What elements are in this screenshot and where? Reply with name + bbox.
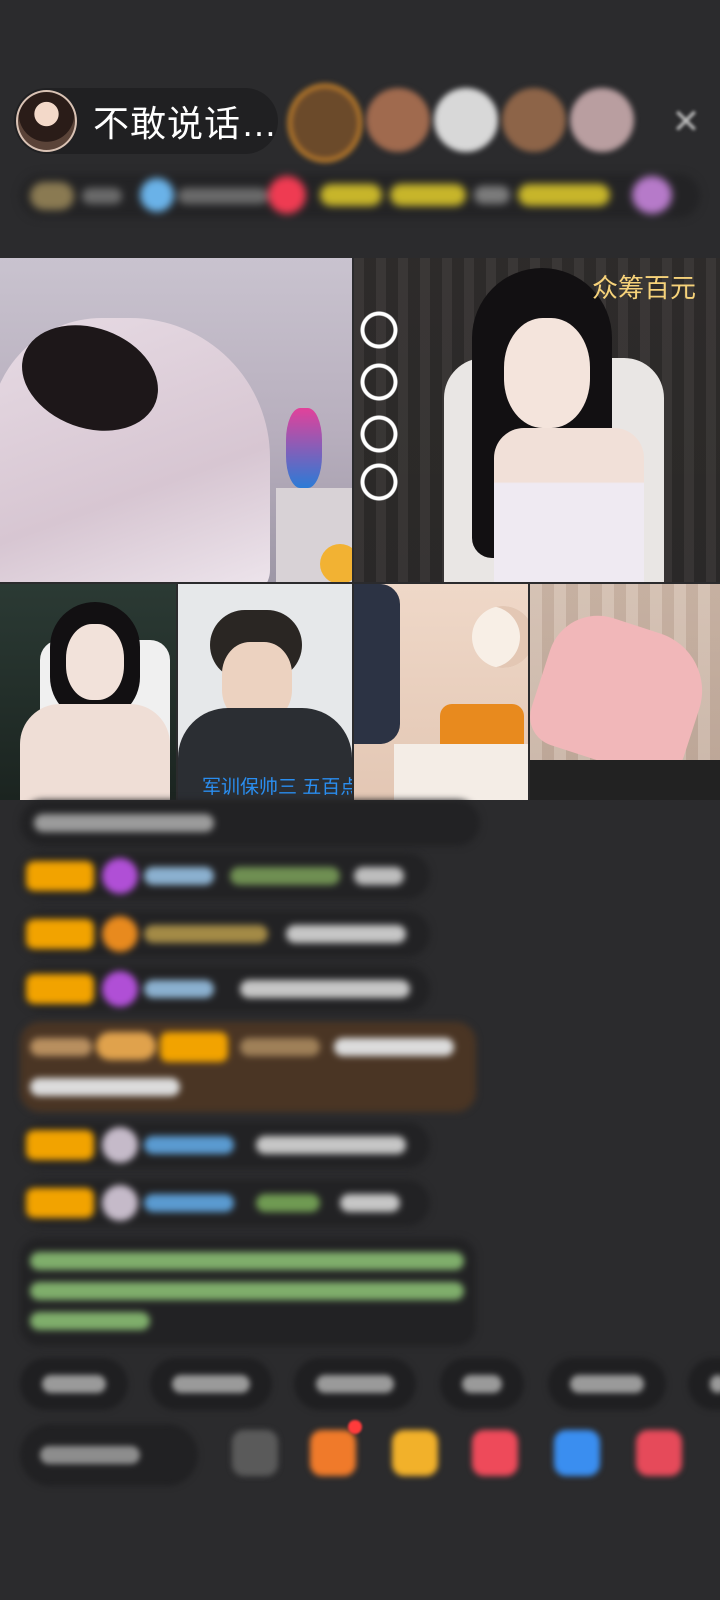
top-viewer-avatar-1[interactable] <box>288 84 362 162</box>
quick-chip-1[interactable] <box>20 1358 128 1410</box>
gift-box-icon[interactable] <box>310 1430 356 1476</box>
streamer-face <box>504 318 590 428</box>
video-tile-1[interactable] <box>0 258 352 582</box>
streamer-body <box>20 704 170 800</box>
diamond-icon <box>102 858 138 894</box>
chat-message-4[interactable] <box>20 966 430 1012</box>
video-tile-3[interactable] <box>0 584 176 800</box>
chat-message-1[interactable] <box>20 800 480 846</box>
top-viewer-avatar-4[interactable] <box>502 88 566 152</box>
badge-icon <box>102 916 138 952</box>
chat-system-notice <box>20 1238 476 1346</box>
streamer-body <box>494 428 644 582</box>
quick-chip-6[interactable] <box>688 1358 720 1410</box>
orange-shape <box>320 544 352 582</box>
moon-lamp-icon <box>472 606 528 668</box>
ring-lights-icon <box>356 306 402 506</box>
tile-caption: 军训保帅三 五百点 <box>202 777 352 798</box>
chat-input[interactable] <box>20 1424 198 1486</box>
host-info-pill[interactable]: 不敢说话… <box>14 88 278 154</box>
user-avatar-icon <box>102 1127 138 1163</box>
live-info-bar[interactable] <box>20 174 700 218</box>
game-controller-icon[interactable] <box>554 1430 600 1476</box>
close-icon[interactable]: ✕ <box>668 104 704 140</box>
chat-message-6[interactable] <box>20 1122 430 1168</box>
quick-chip-3[interactable] <box>294 1358 416 1410</box>
video-tile-6[interactable] <box>530 584 720 800</box>
bear-figurine-icon <box>286 408 322 488</box>
top-viewer-avatar-5[interactable] <box>570 88 634 152</box>
user-avatar-icon <box>102 1185 138 1221</box>
video-tile-2[interactable]: 众筹百元 <box>354 258 720 582</box>
notification-dot <box>348 1420 362 1434</box>
streamer-dress <box>354 584 400 744</box>
shop-icon[interactable] <box>392 1430 438 1476</box>
diamond-icon <box>102 971 138 1007</box>
quick-chip-4[interactable] <box>440 1358 524 1410</box>
chat-message-2[interactable] <box>20 853 430 899</box>
quick-chip-5[interactable] <box>548 1358 666 1410</box>
top-viewer-avatar-3[interactable] <box>434 88 498 152</box>
chat-message-7[interactable] <box>20 1180 430 1226</box>
red-packet-icon[interactable] <box>472 1430 518 1476</box>
top-right-banner: 众筹百元 <box>592 273 697 303</box>
streamer-face <box>66 624 124 700</box>
video-tile-4[interactable]: 军训保帅三 五百点 <box>178 584 352 800</box>
host-avatar[interactable] <box>16 90 77 152</box>
chat-message-5-highlight[interactable] <box>20 1022 476 1112</box>
sofa-shape <box>394 744 528 800</box>
quick-chip-2[interactable] <box>150 1358 272 1410</box>
emoji-icon[interactable] <box>232 1430 278 1476</box>
host-name: 不敢说话… <box>92 103 278 144</box>
video-tile-5[interactable] <box>354 584 528 800</box>
chat-message-3[interactable] <box>20 911 430 957</box>
top-viewer-avatar-2[interactable] <box>366 88 430 152</box>
gift-icon[interactable] <box>636 1430 682 1476</box>
chair-base-shape <box>530 760 720 800</box>
